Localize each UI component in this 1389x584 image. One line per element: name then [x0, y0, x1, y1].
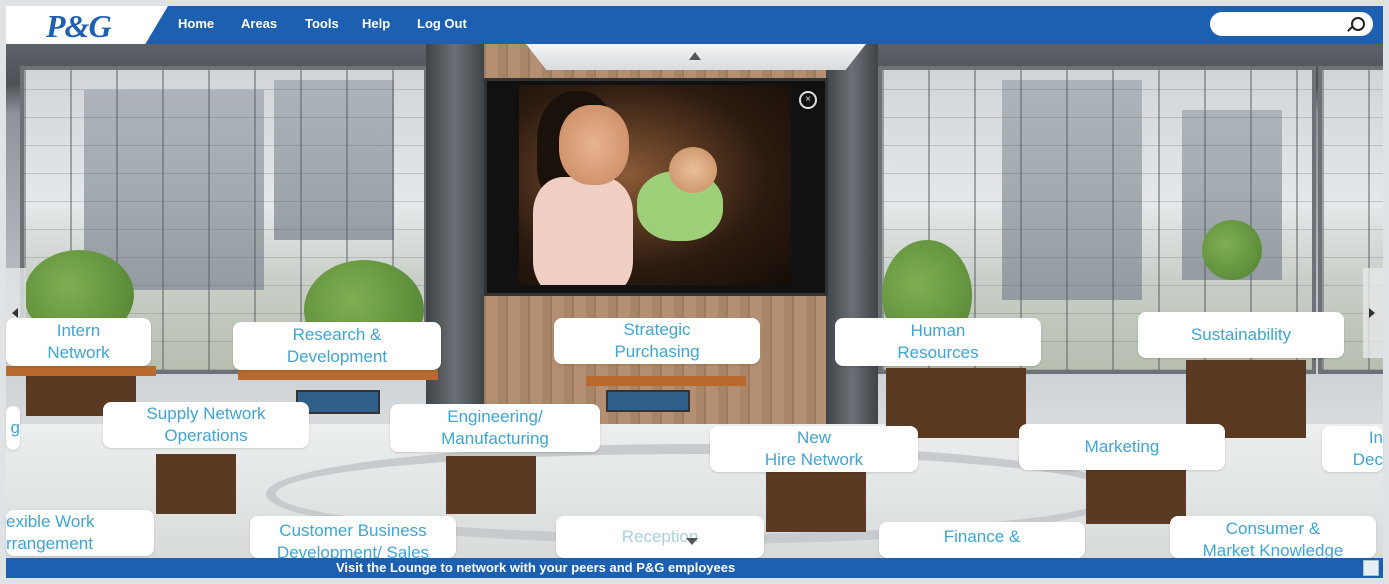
video-player[interactable] [519, 85, 791, 285]
nav-home[interactable]: Home [178, 16, 214, 31]
close-icon[interactable]: × [799, 91, 817, 109]
up-arrow-icon[interactable] [689, 52, 701, 60]
area-flexible-work-arrangement[interactable]: exible Work rrangement [6, 510, 154, 556]
area-consumer-market-knowledge[interactable]: Consumer & Market Knowledge [1170, 516, 1376, 558]
nav-help[interactable]: Help [362, 16, 390, 31]
search-icon[interactable] [1351, 17, 1365, 31]
footer-bar: Visit the Lounge to network with your pe… [6, 558, 1383, 578]
area-supply-network-operations[interactable]: Supply Network Operations [103, 402, 309, 448]
footer-message[interactable]: Visit the Lounge to network with your pe… [336, 558, 735, 578]
video-screen: × [484, 78, 828, 296]
virtual-lobby-scene: × [6, 44, 1383, 558]
area-reception[interactable]: Reception [556, 516, 764, 558]
nav-log-out[interactable]: Log Out [417, 16, 467, 31]
area-human-resources[interactable]: Human Resources [835, 318, 1041, 366]
down-arrow-icon[interactable] [686, 538, 698, 545]
area-partial-right[interactable]: In Dec [1322, 426, 1383, 472]
area-engineering-manufacturing[interactable]: Engineering/ Manufacturing [390, 404, 600, 452]
area-new-hire-network[interactable]: New Hire Network [710, 426, 918, 472]
area-sustainability[interactable]: Sustainability [1138, 312, 1344, 358]
area-research-development[interactable]: Research & Development [233, 322, 441, 370]
nav-tools[interactable]: Tools [305, 16, 339, 31]
area-strategic-purchasing[interactable]: Strategic Purchasing [554, 318, 760, 364]
chat-icon[interactable] [1363, 560, 1379, 576]
area-finance[interactable]: Finance & [879, 522, 1085, 558]
area-marketing[interactable]: Marketing [1019, 424, 1225, 470]
nav-areas[interactable]: Areas [241, 16, 277, 31]
scroll-right-button[interactable] [1363, 268, 1383, 358]
search-input[interactable] [1210, 12, 1373, 36]
pg-logo[interactable]: P&G [46, 8, 112, 45]
area-intern-network[interactable]: Intern Network [6, 318, 151, 366]
area-partial-left[interactable]: g [6, 406, 20, 450]
area-customer-business-development[interactable]: Customer Business Development/ Sales [250, 516, 456, 558]
